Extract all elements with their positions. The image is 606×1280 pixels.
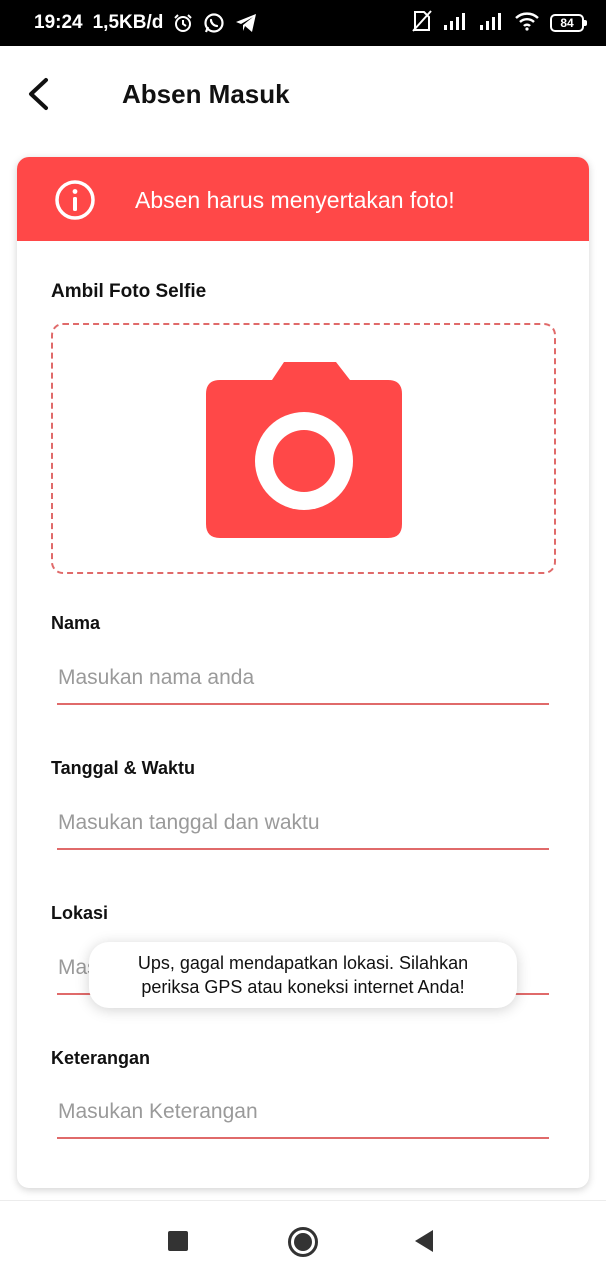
status-right: 84 xyxy=(412,9,587,37)
signal-icon xyxy=(478,11,504,36)
status-time: 19:24 xyxy=(34,12,83,33)
lokasi-label: Lokasi xyxy=(51,903,109,923)
alarm-icon xyxy=(173,13,193,33)
chevron-left-icon xyxy=(29,78,48,110)
nav-back-button[interactable] xyxy=(406,1221,442,1261)
status-left: 19:24 1,5KB/d xyxy=(34,12,257,34)
photo-label: Ambil Foto Selfie xyxy=(51,281,207,302)
home-button[interactable] xyxy=(282,1221,324,1263)
recents-button[interactable] xyxy=(160,1221,196,1261)
info-icon xyxy=(55,180,95,220)
back-icon xyxy=(415,1230,433,1252)
toast-line-2: periksa GPS atau koneksi internet Anda! xyxy=(141,977,465,997)
no-sim-icon xyxy=(412,9,432,37)
battery-icon: 84 xyxy=(550,14,587,32)
error-toast: Ups, gagal mendapatkan lokasi. Silahkan … xyxy=(89,942,517,1008)
keterangan-input[interactable] xyxy=(57,1091,549,1139)
nama-input[interactable] xyxy=(57,657,549,705)
whatsapp-icon xyxy=(203,12,225,34)
tanggal-input[interactable] xyxy=(57,802,549,850)
take-photo-button[interactable] xyxy=(51,323,556,574)
alert-message: Absen harus menyertakan foto! xyxy=(135,187,455,213)
system-nav-bar xyxy=(0,1200,606,1280)
status-speed: 1,5KB/d xyxy=(92,12,164,33)
page-title: Absen Masuk xyxy=(122,79,290,109)
keterangan-label: Keterangan xyxy=(51,1048,151,1068)
toast-line-1: Ups, gagal mendapatkan lokasi. Silahkan xyxy=(137,953,469,973)
signal-icon xyxy=(442,11,468,36)
tanggal-label: Tanggal & Waktu xyxy=(51,758,195,778)
recents-icon xyxy=(168,1231,188,1251)
camera-icon xyxy=(205,361,402,538)
status-bar: 19:24 1,5KB/d 84 xyxy=(0,0,606,46)
back-button[interactable] xyxy=(18,72,58,116)
toast-message: Ups, gagal mendapatkan lokasi. Silahkan … xyxy=(138,951,468,999)
telegram-icon xyxy=(235,13,257,33)
app-bar: Absen Masuk xyxy=(0,46,606,146)
home-icon xyxy=(288,1227,318,1257)
app-screen: 19:24 1,5KB/d 84 Absen Masuk Absen harus… xyxy=(0,0,606,1280)
attendance-form-card: Absen harus menyertakan foto! Ambil Foto… xyxy=(17,157,589,1188)
wifi-icon xyxy=(514,11,540,36)
nama-label: Nama xyxy=(51,613,101,633)
alert-banner: Absen harus menyertakan foto! xyxy=(17,157,589,241)
